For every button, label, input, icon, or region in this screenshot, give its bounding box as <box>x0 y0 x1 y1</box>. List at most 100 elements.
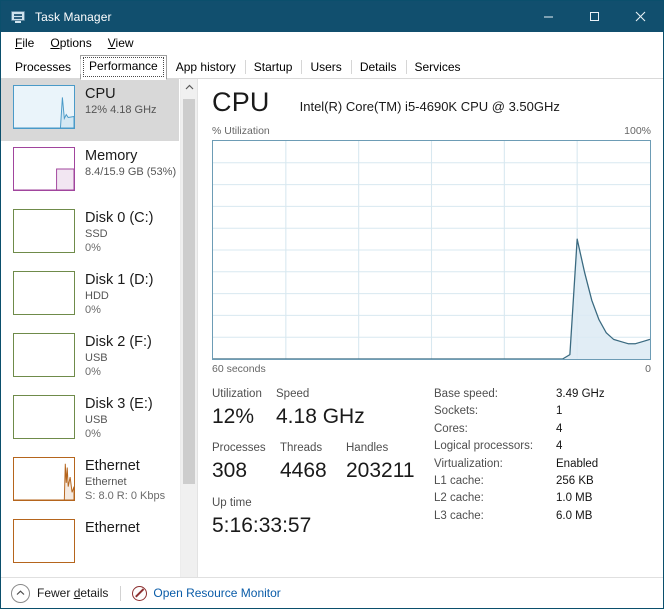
fewer-details-label: Fewer details <box>37 586 109 600</box>
task-manager-window: Task Manager File Options View Processes… <box>0 0 664 609</box>
stat-handles-value: 203211 <box>346 459 415 482</box>
resource-metric: S: 8.0 R: 0 Kbps <box>85 490 166 502</box>
cpu-utilization-graph[interactable] <box>212 140 651 360</box>
property-value: Enabled <box>556 457 599 470</box>
sidebar-item-disk-0-c[interactable]: Disk 0 (C:) SSD 0% <box>1 203 179 265</box>
open-resource-monitor-link[interactable]: Open Resource Monitor <box>132 585 281 601</box>
resource-subtitle: USB <box>85 414 108 426</box>
sidebar-item-memory[interactable]: Memory 8.4/15.9 GB (53%) <box>1 141 179 203</box>
graph-axis-bottom: 60 seconds 0 <box>212 363 651 375</box>
resource-labels: Memory 8.4/15.9 GB (53%) <box>85 147 176 179</box>
property-name: Logical processors: <box>434 440 534 453</box>
resource-subtitle: 12% 4.18 GHz <box>85 104 157 116</box>
menu-bar: File Options View <box>1 32 663 55</box>
tab-processes[interactable]: Processes <box>6 56 80 79</box>
resource-thumbnail-graph <box>13 209 75 253</box>
fewer-details-button[interactable]: Fewer details <box>11 583 109 603</box>
tab-performance[interactable]: Performance <box>80 55 167 80</box>
property-name: Base speed: <box>434 388 498 400</box>
sidebar-item-cpu[interactable]: CPU 12% 4.18 GHz <box>1 79 179 141</box>
property-name: L1 cache: <box>434 475 484 488</box>
sidebar-item-disk-3-e[interactable]: Disk 3 (E:) USB 0% <box>1 389 179 451</box>
resource-subtitle: HDD <box>85 290 109 302</box>
stats-area: Utilization 12% Speed 4.18 GHz Processes… <box>212 386 651 540</box>
graph-axis-top: % Utilization 100% <box>212 125 651 137</box>
resource-metric: 0% <box>85 366 101 378</box>
resource-metric: 0% <box>85 428 101 440</box>
open-resource-monitor-label: Open Resource Monitor <box>153 586 281 600</box>
stat-uptime-value: 5:16:33:57 <box>212 514 312 537</box>
graph-y-axis-label: % Utilization <box>212 125 270 137</box>
property-row: Virtualization: Enabled <box>434 456 651 473</box>
resource-list: CPU 12% 4.18 GHz Memory 8.4/15.9 GB (53%) Di… <box>1 79 179 599</box>
sidebar-item-ethernet[interactable]: Ethernet Ethernet S: 8.0 R: 0 Kbps <box>1 451 179 513</box>
resource-thumbnail-graph <box>13 457 75 501</box>
resource-title: Disk 2 (F:) <box>85 334 152 350</box>
menu-item-file[interactable]: File <box>8 34 43 54</box>
stat-speed-value: 4.18 GHz <box>276 405 365 428</box>
stats-row-2: Processes 308 Threads 4468 Handles 20321… <box>212 440 430 485</box>
cpu-model-label: Intel(R) Core(TM) i5-4690K CPU @ 3.50GHz <box>299 99 560 114</box>
resource-thumbnail-graph <box>13 395 75 439</box>
property-row: Base speed: 3.49 GHz <box>434 386 651 403</box>
tab-performance-label: Performance <box>89 59 158 73</box>
sidebar-item-disk-2-f[interactable]: Disk 2 (F:) USB 0% <box>1 327 179 389</box>
primary-stats: Utilization 12% Speed 4.18 GHz Processes… <box>212 386 430 540</box>
scroll-up-button[interactable] <box>181 79 197 96</box>
stat-speed-label: Speed <box>276 388 310 400</box>
cpu-chart-svg <box>213 141 650 359</box>
property-value: 4 <box>556 440 563 453</box>
maximize-button[interactable] <box>571 1 617 32</box>
stat-handles: Handles 203211 <box>346 440 415 485</box>
content-area: CPU 12% 4.18 GHz Memory 8.4/15.9 GB (53%) Di… <box>1 79 663 599</box>
tab-startup[interactable]: Startup <box>244 56 302 79</box>
chevron-up-circle-icon <box>11 583 30 603</box>
resource-title: Disk 3 (E:) <box>85 396 153 412</box>
tab-users[interactable]: Users <box>301 56 350 79</box>
sidebar-item-disk-1-d[interactable]: Disk 1 (D:) HDD 0% <box>1 265 179 327</box>
property-row: Logical processors: 4 <box>434 438 651 455</box>
stat-uptime: Up time 5:16:33:57 <box>212 495 430 540</box>
tab-details[interactable]: Details <box>350 56 406 79</box>
stat-uptime-label: Up time <box>212 497 252 509</box>
stat-processes: Processes 308 <box>212 440 280 485</box>
tab-services[interactable]: Services <box>405 56 470 79</box>
performance-detail-panel: CPU Intel(R) Core(TM) i5-4690K CPU @ 3.5… <box>198 79 663 599</box>
property-name: Cores: <box>434 422 468 435</box>
graph-y-axis-max: 100% <box>624 125 651 137</box>
property-row: L1 cache: 256 KB <box>434 473 651 490</box>
menu-item-view[interactable]: View <box>101 34 143 54</box>
tab-app-history[interactable]: App history <box>167 56 245 79</box>
page-title: CPU <box>212 87 270 117</box>
property-row: Cores: 4 <box>434 421 651 438</box>
property-row: L3 cache: 6.0 MB <box>434 508 651 525</box>
resource-title: Memory <box>85 148 138 164</box>
sidebar-scrollbar[interactable] <box>180 79 197 599</box>
stat-utilization: Utilization 12% <box>212 386 276 431</box>
stat-speed: Speed 4.18 GHz <box>276 386 365 431</box>
sidebar-item-ethernet[interactable]: Ethernet <box>1 513 179 575</box>
resource-labels: Disk 2 (F:) USB 0% <box>85 333 152 379</box>
resource-title: Ethernet <box>85 458 140 474</box>
tab-strip: Processes Performance App history Startu… <box>1 55 663 80</box>
property-value: 6.0 MB <box>556 509 593 522</box>
resource-subtitle: SSD <box>85 228 108 240</box>
resource-sidebar: CPU 12% 4.18 GHz Memory 8.4/15.9 GB (53%) Di… <box>1 79 198 599</box>
resource-thumbnail-graph <box>13 271 75 315</box>
window-title: Task Manager <box>35 9 112 24</box>
close-button[interactable] <box>617 1 663 32</box>
property-name: Sockets: <box>434 405 479 418</box>
resource-labels: Disk 1 (D:) HDD 0% <box>85 271 153 317</box>
title-bar: Task Manager <box>1 1 663 32</box>
graph-x-axis-start: 60 seconds <box>212 363 266 375</box>
stat-threads: Threads 4468 <box>280 440 346 485</box>
secondary-stats: Base speed: 3.49 GHz Sockets: 1 Cores: 4 Logic… <box>430 386 651 540</box>
resource-subtitle: 8.4/15.9 GB (53%) <box>85 166 177 178</box>
resource-title: Disk 1 (D:) <box>85 272 154 288</box>
menu-item-options[interactable]: Options <box>43 34 100 54</box>
property-row: Sockets: 1 <box>434 403 651 420</box>
scrollbar-thumb[interactable] <box>183 99 195 484</box>
minimize-button[interactable] <box>525 1 571 32</box>
property-value: 1.0 MB <box>556 492 593 505</box>
stats-row-1: Utilization 12% Speed 4.18 GHz <box>212 386 430 431</box>
